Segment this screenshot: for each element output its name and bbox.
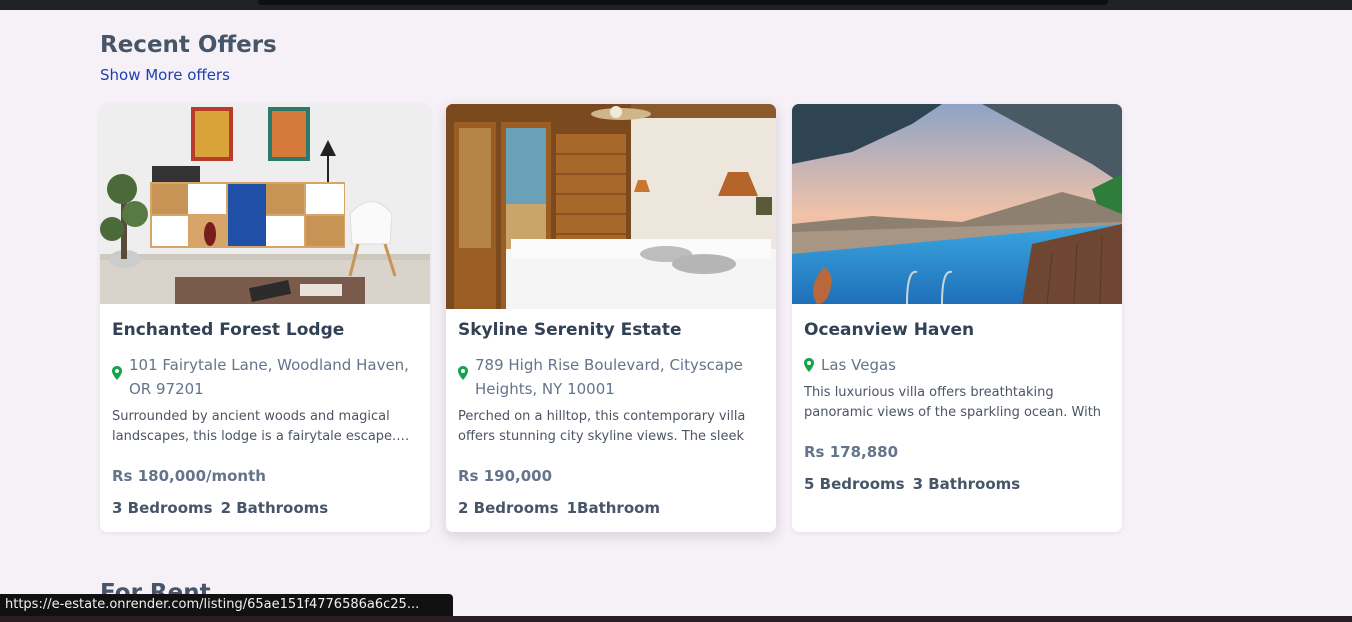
browser-top-bar-inner	[258, 0, 1108, 5]
listing-bedrooms: 3 Bedrooms	[112, 499, 213, 517]
listing-price: Rs 178,880	[804, 443, 899, 461]
listing-description: Surrounded by ancient woods and magical …	[112, 409, 397, 444]
browser-top-bar	[0, 0, 1352, 10]
listing-image	[792, 104, 1122, 304]
listing-bathrooms: 1Bathroom	[566, 499, 661, 517]
listing-card[interactable]: Oceanview Haven Las Vegas This luxurious…	[792, 104, 1122, 532]
listing-bedrooms: 5 Bedrooms	[804, 475, 905, 493]
listing-rooms: 2 Bedrooms 1Bathroom	[458, 499, 668, 517]
location-pin-icon	[458, 366, 468, 380]
listing-bathrooms: 3 Bathrooms	[912, 475, 1021, 493]
listing-card[interactable]: Enchanted Forest Lodge 101 Fairytale Lan…	[100, 104, 430, 532]
listing-address: 789 High Rise Boulevard, Cityscape Heigh…	[458, 353, 758, 401]
listing-description: Perched on a hilltop, this contemporary …	[458, 409, 746, 444]
listing-bedrooms: 2 Bedrooms	[458, 499, 559, 517]
listing-card[interactable]: Skyline Serenity Estate 789 High Rise Bo…	[446, 104, 776, 532]
listing-address-text: Las Vegas	[821, 356, 896, 374]
listing-rooms: 5 Bedrooms 3 Bathrooms	[804, 475, 1028, 493]
listing-address-text: 101 Fairytale Lane, Woodland Haven, OR 9…	[129, 356, 409, 398]
listing-price: Rs 180,000/month	[112, 467, 266, 485]
listing-image	[446, 104, 776, 309]
listing-title: Oceanview Haven	[804, 320, 975, 340]
listing-image	[100, 104, 430, 304]
listing-address-text: 789 High Rise Boulevard, Cityscape Heigh…	[475, 356, 743, 398]
location-pin-icon	[804, 358, 814, 372]
listing-address: 101 Fairytale Lane, Woodland Haven, OR 9…	[112, 353, 412, 401]
show-more-offers-link[interactable]: Show More offers	[100, 66, 230, 84]
bottom-strip	[0, 616, 1352, 622]
listing-address: Las Vegas	[804, 353, 1104, 377]
listing-rooms: 3 Bedrooms 2 Bathrooms	[112, 499, 336, 517]
listing-title: Skyline Serenity Estate	[458, 320, 682, 340]
listing-description: This luxurious villa offers breathtaking…	[804, 385, 1102, 420]
location-pin-icon	[112, 366, 122, 380]
status-bar-url: https://e-estate.onrender.com/listing/65…	[0, 594, 453, 616]
listing-bathrooms: 2 Bathrooms	[220, 499, 329, 517]
listing-price: Rs 190,000	[458, 467, 553, 485]
listing-title: Enchanted Forest Lodge	[112, 320, 345, 340]
section-title: Recent Offers	[100, 32, 277, 58]
